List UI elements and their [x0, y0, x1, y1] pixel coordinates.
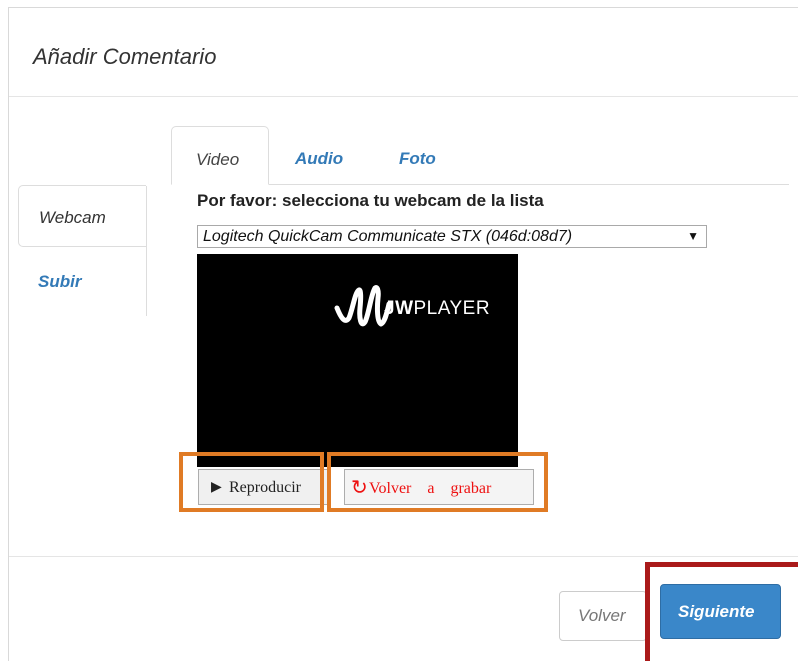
webcam-select-value: Logitech QuickCam Communicate STX (046d:… — [203, 228, 573, 245]
side-tab-webcam[interactable]: Webcam — [18, 185, 146, 247]
tab-video[interactable]: Video — [171, 126, 269, 185]
tab-video-label: Video — [196, 150, 240, 169]
video-player[interactable]: JWPLAYER — [197, 254, 518, 467]
footer-divider — [9, 556, 798, 557]
highlight-box-play — [179, 452, 324, 512]
highlight-box-rerecord — [327, 452, 548, 512]
dropdown-arrow-icon: ▼ — [687, 229, 699, 243]
webcam-select[interactable]: Logitech QuickCam Communicate STX (046d:… — [197, 225, 707, 248]
back-button-label: Volver — [578, 606, 626, 625]
side-tab-subir[interactable]: Subir — [38, 272, 81, 292]
tab-audio-label: Audio — [295, 149, 344, 168]
modal-title: Añadir Comentario — [33, 44, 217, 69]
jwplayer-wordmark: JWPLAYER — [384, 298, 491, 319]
side-tab-webcam-label: Webcam — [39, 208, 106, 227]
highlight-box-next — [645, 562, 798, 661]
webcam-select-prompt: Por favor: selecciona tu webcam de la li… — [197, 191, 544, 210]
back-button[interactable]: Volver — [559, 591, 647, 641]
side-tab-divider — [146, 186, 147, 316]
header-divider — [9, 96, 798, 97]
tab-foto-label: Foto — [399, 149, 436, 168]
